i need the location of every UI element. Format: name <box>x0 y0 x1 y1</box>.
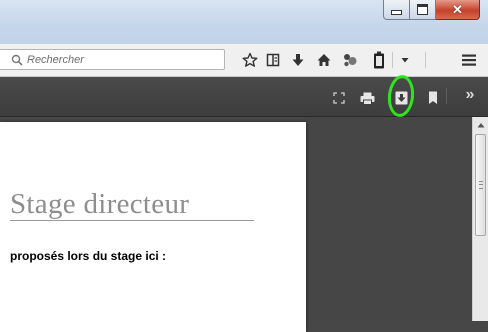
downloads-button[interactable] <box>289 51 307 69</box>
scroll-thumb[interactable] <box>475 134 486 236</box>
page-title: Stage directeur <box>10 188 190 220</box>
body-text: proposés lors du stage ici : <box>10 249 167 263</box>
maximize-icon <box>417 4 428 15</box>
reading-list-icon <box>266 53 280 67</box>
menu-icon <box>462 54 476 66</box>
pdf-viewer: Stage directeur proposés lors du stage i… <box>0 117 472 332</box>
toolbar-separator <box>446 88 447 104</box>
bookmark-button[interactable] <box>425 90 441 106</box>
close-icon: ✕ <box>452 2 463 17</box>
window-titlebar: ✕ <box>0 0 488 44</box>
battery-addon-button[interactable] <box>370 51 388 69</box>
presentation-mode-button[interactable] <box>331 90 347 106</box>
vertical-scrollbar[interactable] <box>472 117 488 321</box>
toolbar-separator <box>392 52 393 68</box>
pdf-toolbar: » <box>0 77 488 117</box>
home-icon <box>317 54 331 66</box>
scroll-up-button[interactable] <box>473 117 488 133</box>
bookmark-star-button[interactable] <box>241 51 259 69</box>
extension-button[interactable] <box>341 51 359 69</box>
open-menu-button[interactable] <box>460 51 478 69</box>
search-box[interactable] <box>0 49 225 70</box>
toolbar-separator <box>425 52 426 68</box>
search-icon <box>11 54 23 66</box>
print-button[interactable] <box>359 90 375 106</box>
window-controls: ✕ <box>383 0 480 21</box>
battery-addon-icon <box>374 51 384 69</box>
tools-overflow-button[interactable]: » <box>460 86 480 103</box>
chevron-up-icon <box>477 123 484 128</box>
navigation-toolbar <box>0 44 488 77</box>
grip-icon <box>479 181 483 189</box>
minimize-icon <box>391 10 402 15</box>
reading-list-button[interactable] <box>264 51 282 69</box>
minimize-button[interactable] <box>383 0 410 20</box>
maximize-button[interactable] <box>410 0 436 20</box>
dropdown-arrow-icon <box>401 58 409 63</box>
bookmark-icon <box>429 91 437 104</box>
pdf-page: Stage directeur proposés lors du stage i… <box>0 122 306 332</box>
extension-icon <box>344 54 357 67</box>
close-button[interactable]: ✕ <box>436 0 480 20</box>
downloads-icon <box>292 54 304 66</box>
search-input[interactable] <box>27 51 217 68</box>
addon-dropdown-button[interactable] <box>396 51 414 69</box>
print-icon <box>360 92 374 105</box>
star-icon <box>242 52 258 67</box>
home-button[interactable] <box>315 51 333 69</box>
title-underline <box>10 220 254 221</box>
fullscreen-icon <box>333 92 345 104</box>
